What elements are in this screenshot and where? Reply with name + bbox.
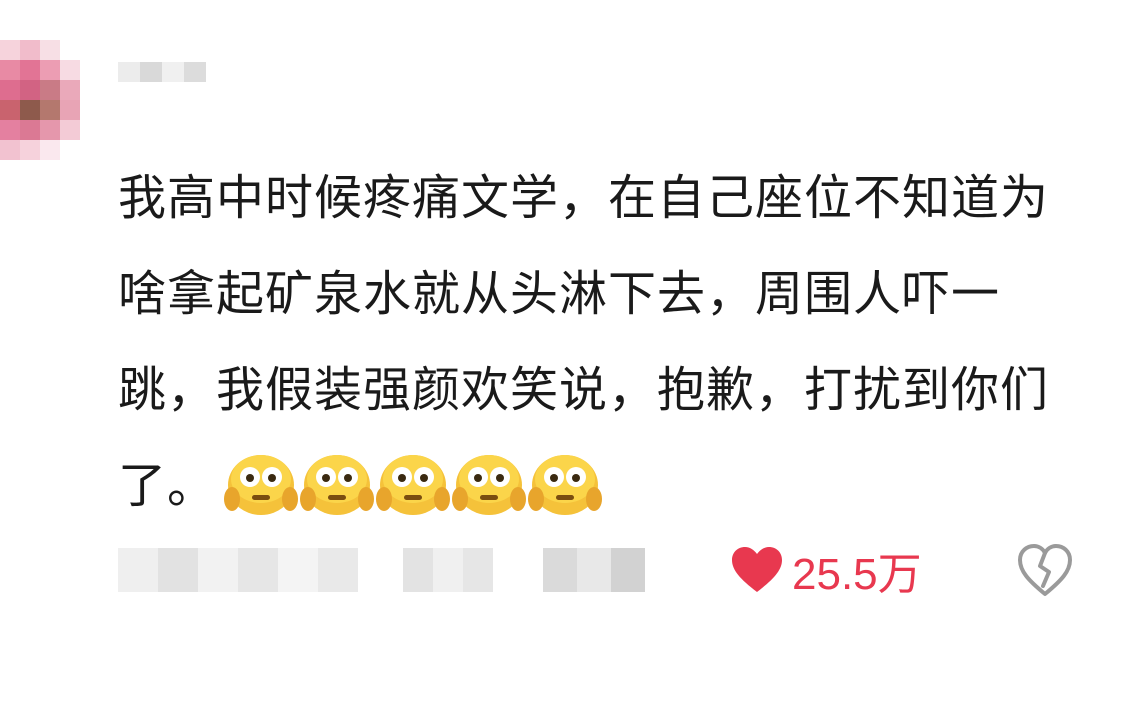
- username[interactable]: [118, 62, 228, 102]
- reply-button-blurred[interactable]: [543, 548, 645, 592]
- pleading-face-emoji: [452, 455, 527, 515]
- comment-footer: 25.5万: [118, 540, 1078, 600]
- pleading-face-emoji: [224, 455, 299, 515]
- pleading-face-emoji: [528, 455, 603, 515]
- like-count: 25.5万: [792, 550, 922, 599]
- emoji-row: [224, 449, 603, 517]
- avatar[interactable]: [0, 40, 80, 180]
- broken-heart-icon[interactable]: [1016, 542, 1074, 598]
- heart-icon: [732, 547, 782, 592]
- comment-text: 我高中时候疼痛文学，在自己座位不知道为啥拿起矿泉水就从头淋下去，周围人吓一跳，我…: [118, 150, 1068, 534]
- comment-item: 我高中时候疼痛文学，在自己座位不知道为啥拿起矿泉水就从头淋下去，周围人吓一跳，我…: [0, 0, 1125, 719]
- pleading-face-emoji: [300, 455, 375, 515]
- pleading-face-emoji: [376, 455, 451, 515]
- location-blurred: [403, 548, 493, 592]
- like-button[interactable]: 25.5万: [730, 540, 922, 600]
- timestamp-blurred: [118, 548, 358, 592]
